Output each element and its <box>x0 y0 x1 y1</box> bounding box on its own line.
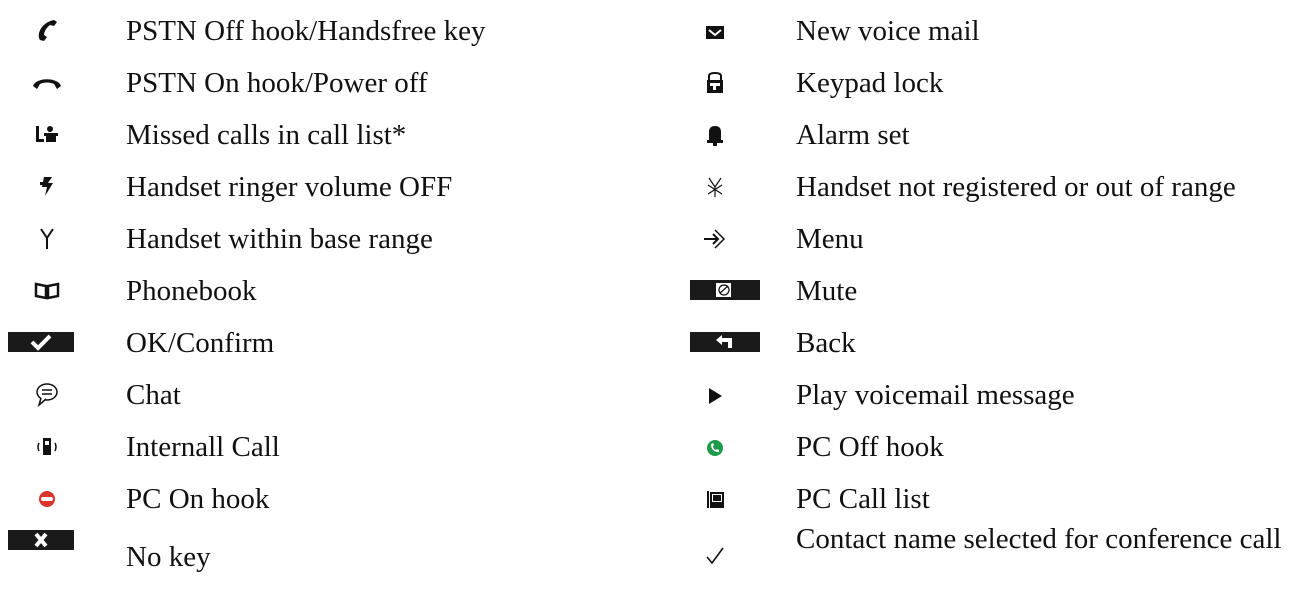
legend-label: PC Off hook <box>796 431 944 463</box>
antenna-icon <box>30 224 64 252</box>
not-registered-icon <box>698 172 732 200</box>
legend-row: Menu <box>690 214 1311 264</box>
legend-label: Missed calls in call list* <box>126 119 407 151</box>
legend-row: OK/Confirm <box>0 318 620 368</box>
legend-row: Handset within base range <box>0 214 620 264</box>
legend-label: Handset within base range <box>126 223 433 255</box>
legend-label: Handset not registered or out of range <box>796 171 1236 203</box>
legend-label: Alarm set <box>796 119 910 151</box>
legend-row: Play voicemail message <box>690 370 1311 420</box>
legend-row: Internall Call <box>0 422 620 472</box>
legend-label: Back <box>796 327 856 359</box>
legend-label: PSTN On hook/Power off <box>126 67 428 99</box>
missed-calls-icon <box>30 120 64 148</box>
menu-arrow-icon <box>698 224 732 252</box>
legend-label: Keypad lock <box>796 67 944 99</box>
legend-row: PC On hook <box>0 474 620 524</box>
legend-label: Mute <box>796 275 858 307</box>
legend-label: OK/Confirm <box>126 327 275 359</box>
legend-row: PSTN Off hook/Handsfree key <box>0 6 620 56</box>
legend-row: Contact name selected for conference cal… <box>690 520 1311 604</box>
internal-call-icon <box>30 432 64 460</box>
checkmark-icon <box>698 542 732 570</box>
back-key-icon <box>690 332 760 352</box>
legend-label: Internall Call <box>126 431 280 463</box>
legend-label: PC Call list <box>796 483 930 515</box>
legend-row: Handset ringer volume OFF <box>0 162 620 212</box>
pc-call-list-icon <box>698 484 732 512</box>
legend-row: Chat <box>0 370 620 420</box>
play-icon <box>698 380 732 408</box>
legend-label: Menu <box>796 223 864 255</box>
legend-label: PC On hook <box>126 483 270 515</box>
legend-row: Mute <box>690 266 1311 316</box>
chat-icon <box>30 380 64 408</box>
legend-row: Phonebook <box>0 266 620 316</box>
keypad-lock-icon <box>698 68 732 96</box>
legend-row: PC Off hook <box>690 422 1311 472</box>
legend-label: Handset ringer volume OFF <box>126 171 453 203</box>
mute-key-icon <box>690 280 760 300</box>
alarm-bell-icon <box>698 120 732 148</box>
legend-row: Back <box>690 318 1311 368</box>
legend-row: New voice mail <box>690 6 1311 56</box>
voicemail-icon <box>698 16 732 44</box>
pstn-on-hook-icon <box>30 68 64 96</box>
legend-label: Chat <box>126 379 181 411</box>
legend-label: No key <box>126 541 211 573</box>
legend-label: Phonebook <box>126 275 257 307</box>
legend-label: PSTN Off hook/Handsfree key <box>126 15 486 47</box>
ringer-off-icon <box>30 172 64 200</box>
pc-on-hook-icon <box>30 484 64 512</box>
legend-label: Play voicemail message <box>796 379 1075 411</box>
legend-row: Alarm set <box>690 110 1311 160</box>
legend-row: No key <box>0 530 620 582</box>
pc-off-hook-icon <box>698 432 732 460</box>
ok-key-icon <box>8 332 74 352</box>
legend-label: Contact name selected for conference cal… <box>796 523 1282 555</box>
legend-row: Keypad lock <box>690 58 1311 108</box>
legend-row: Missed calls in call list* <box>0 110 620 160</box>
legend-row: PSTN On hook/Power off <box>0 58 620 108</box>
pstn-off-hook-icon <box>30 16 64 44</box>
legend-row: PC Call list <box>690 474 1311 524</box>
legend-label: New voice mail <box>796 15 980 47</box>
no-key-icon <box>8 530 74 550</box>
phonebook-icon <box>30 276 64 304</box>
legend-row: Handset not registered or out of range <box>690 162 1311 212</box>
